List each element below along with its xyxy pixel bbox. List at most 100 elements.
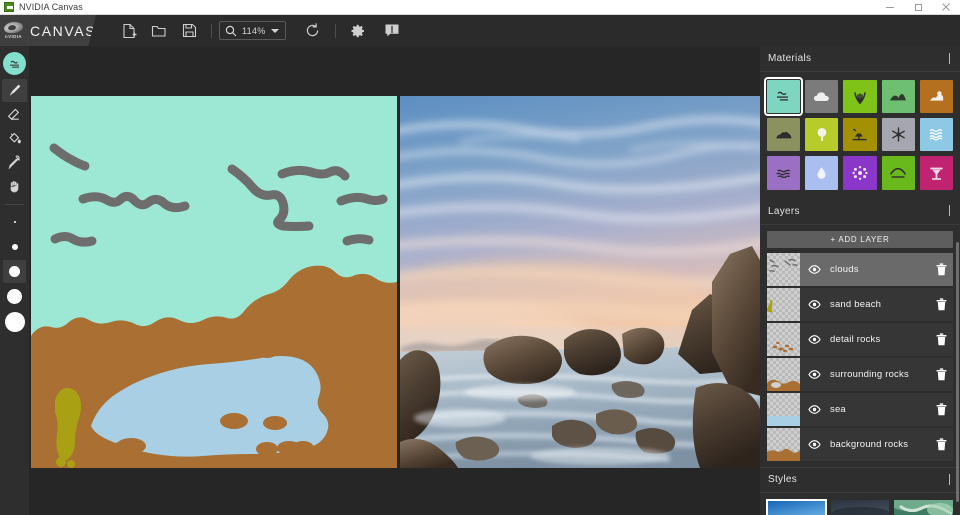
toolbar-divider-1	[211, 24, 212, 38]
nvidia-app-icon	[4, 2, 14, 12]
layer-row-detail-rocks[interactable]: detail rocks	[767, 323, 953, 356]
waterdrop-icon	[816, 166, 827, 181]
add-layer-button[interactable]: + ADD LAYER	[767, 231, 953, 248]
material-sky[interactable]	[767, 80, 800, 113]
tool-eraser[interactable]	[2, 103, 27, 126]
material-mud[interactable]	[843, 118, 876, 151]
style-thumb-blue-sky[interactable]	[767, 500, 826, 515]
material-bush[interactable]	[767, 118, 800, 151]
main-toolbar: nVIDIA CANVAS	[0, 15, 960, 46]
ruins-icon	[929, 166, 944, 181]
mountain-icon	[889, 167, 907, 179]
tool-brush[interactable]	[2, 79, 27, 102]
layer-row-sea[interactable]: sea	[767, 393, 953, 426]
rendered-output-image[interactable]	[400, 96, 760, 468]
brush-size-5[interactable]	[3, 310, 26, 333]
material-hill[interactable]	[882, 80, 915, 113]
material-mountain[interactable]	[882, 156, 915, 189]
save-document-button[interactable]	[174, 15, 204, 46]
chevron-up-icon[interactable]	[949, 475, 950, 485]
brush-size-2[interactable]	[3, 235, 26, 258]
current-material-swatch[interactable]	[3, 52, 26, 75]
new-document-button[interactable]	[114, 15, 144, 46]
bush-icon	[775, 129, 793, 140]
fog-icon	[775, 168, 793, 179]
seg-cloud-strokes	[54, 148, 383, 242]
tool-pan-hand[interactable]	[2, 175, 27, 198]
layer-thumbnail	[767, 428, 800, 461]
window-title: NVIDIA Canvas	[19, 2, 83, 12]
brush-size-1[interactable]	[3, 210, 26, 233]
layer-thumbnail	[767, 288, 800, 321]
layer-thumbnail	[767, 323, 800, 356]
eye-icon	[808, 265, 821, 274]
layer-thumbnail	[767, 393, 800, 426]
material-fog[interactable]	[767, 156, 800, 189]
layer-visibility-toggle[interactable]	[804, 370, 824, 379]
panel-scrollbar[interactable]	[956, 242, 959, 502]
zoom-control[interactable]: 114%	[219, 21, 286, 40]
layer-delete-button[interactable]	[929, 438, 953, 451]
layer-row-clouds[interactable]: clouds	[767, 253, 953, 286]
layer-row-sand-beach[interactable]: sand beach	[767, 288, 953, 321]
brush-size-4[interactable]	[3, 285, 26, 308]
nvidia-canvas-window: NVIDIA Canvas nVIDIA CANVAS	[0, 0, 960, 515]
styles-section-header[interactable]: Styles	[760, 467, 960, 493]
style-thumb-painterly[interactable]	[894, 500, 953, 515]
layers-title: Layers	[768, 206, 800, 217]
layer-list: clouds	[760, 253, 960, 461]
style-thumb-storm[interactable]	[831, 500, 890, 515]
hand-icon	[7, 179, 22, 194]
render-rock-right-low	[693, 383, 760, 468]
layer-visibility-toggle[interactable]	[804, 405, 824, 414]
canvas-workspace[interactable]	[29, 46, 760, 515]
material-water[interactable]	[920, 118, 953, 151]
layer-row-background-rocks[interactable]: background rocks	[767, 428, 953, 461]
settings-gear-button[interactable]	[343, 15, 373, 46]
close-button[interactable]	[932, 0, 960, 15]
app-name-label: CANVAS	[30, 23, 96, 39]
layer-visibility-toggle[interactable]	[804, 265, 824, 274]
chevron-up-icon[interactable]	[949, 206, 950, 216]
sky-icon	[775, 90, 792, 103]
layer-row-surrounding-rocks[interactable]: surrounding rocks	[767, 358, 953, 391]
material-cloud[interactable]	[805, 80, 838, 113]
layer-name: sea	[830, 404, 929, 415]
layer-delete-button[interactable]	[929, 298, 953, 311]
layer-name: clouds	[830, 264, 929, 275]
tool-eyedropper[interactable]	[2, 151, 27, 174]
styles-title: Styles	[768, 474, 797, 485]
chevron-up-icon[interactable]	[949, 54, 950, 64]
styles-row	[760, 493, 960, 515]
layer-visibility-toggle[interactable]	[804, 300, 824, 309]
layers-section-header[interactable]: Layers	[760, 199, 960, 225]
maximize-button[interactable]	[904, 0, 932, 15]
layer-delete-button[interactable]	[929, 368, 953, 381]
material-ruins[interactable]	[920, 156, 953, 189]
material-grass[interactable]	[843, 80, 876, 113]
material-flowers[interactable]	[843, 156, 876, 189]
material-sand[interactable]	[920, 80, 953, 113]
brush-size-3[interactable]	[3, 260, 26, 283]
tool-fill[interactable]	[2, 127, 27, 150]
render-rock-center-3	[622, 328, 664, 365]
layer-delete-button[interactable]	[929, 403, 953, 416]
minimize-button[interactable]	[876, 0, 904, 15]
materials-section-header[interactable]: Materials	[760, 46, 960, 72]
open-folder-button[interactable]	[144, 15, 174, 46]
mud-icon	[851, 128, 869, 142]
chevron-down-icon[interactable]	[271, 29, 279, 33]
reset-view-button[interactable]	[298, 15, 328, 46]
feedback-button[interactable]	[377, 15, 407, 46]
tree-icon	[815, 127, 829, 142]
layer-visibility-toggle[interactable]	[804, 335, 824, 344]
trash-icon	[936, 438, 947, 451]
layer-thumbnail	[767, 253, 800, 286]
segmentation-canvas[interactable]	[31, 96, 397, 468]
material-snow[interactable]	[882, 118, 915, 151]
layer-visibility-toggle[interactable]	[804, 440, 824, 449]
layer-delete-button[interactable]	[929, 333, 953, 346]
layer-delete-button[interactable]	[929, 263, 953, 276]
material-river[interactable]	[805, 156, 838, 189]
material-tree[interactable]	[805, 118, 838, 151]
